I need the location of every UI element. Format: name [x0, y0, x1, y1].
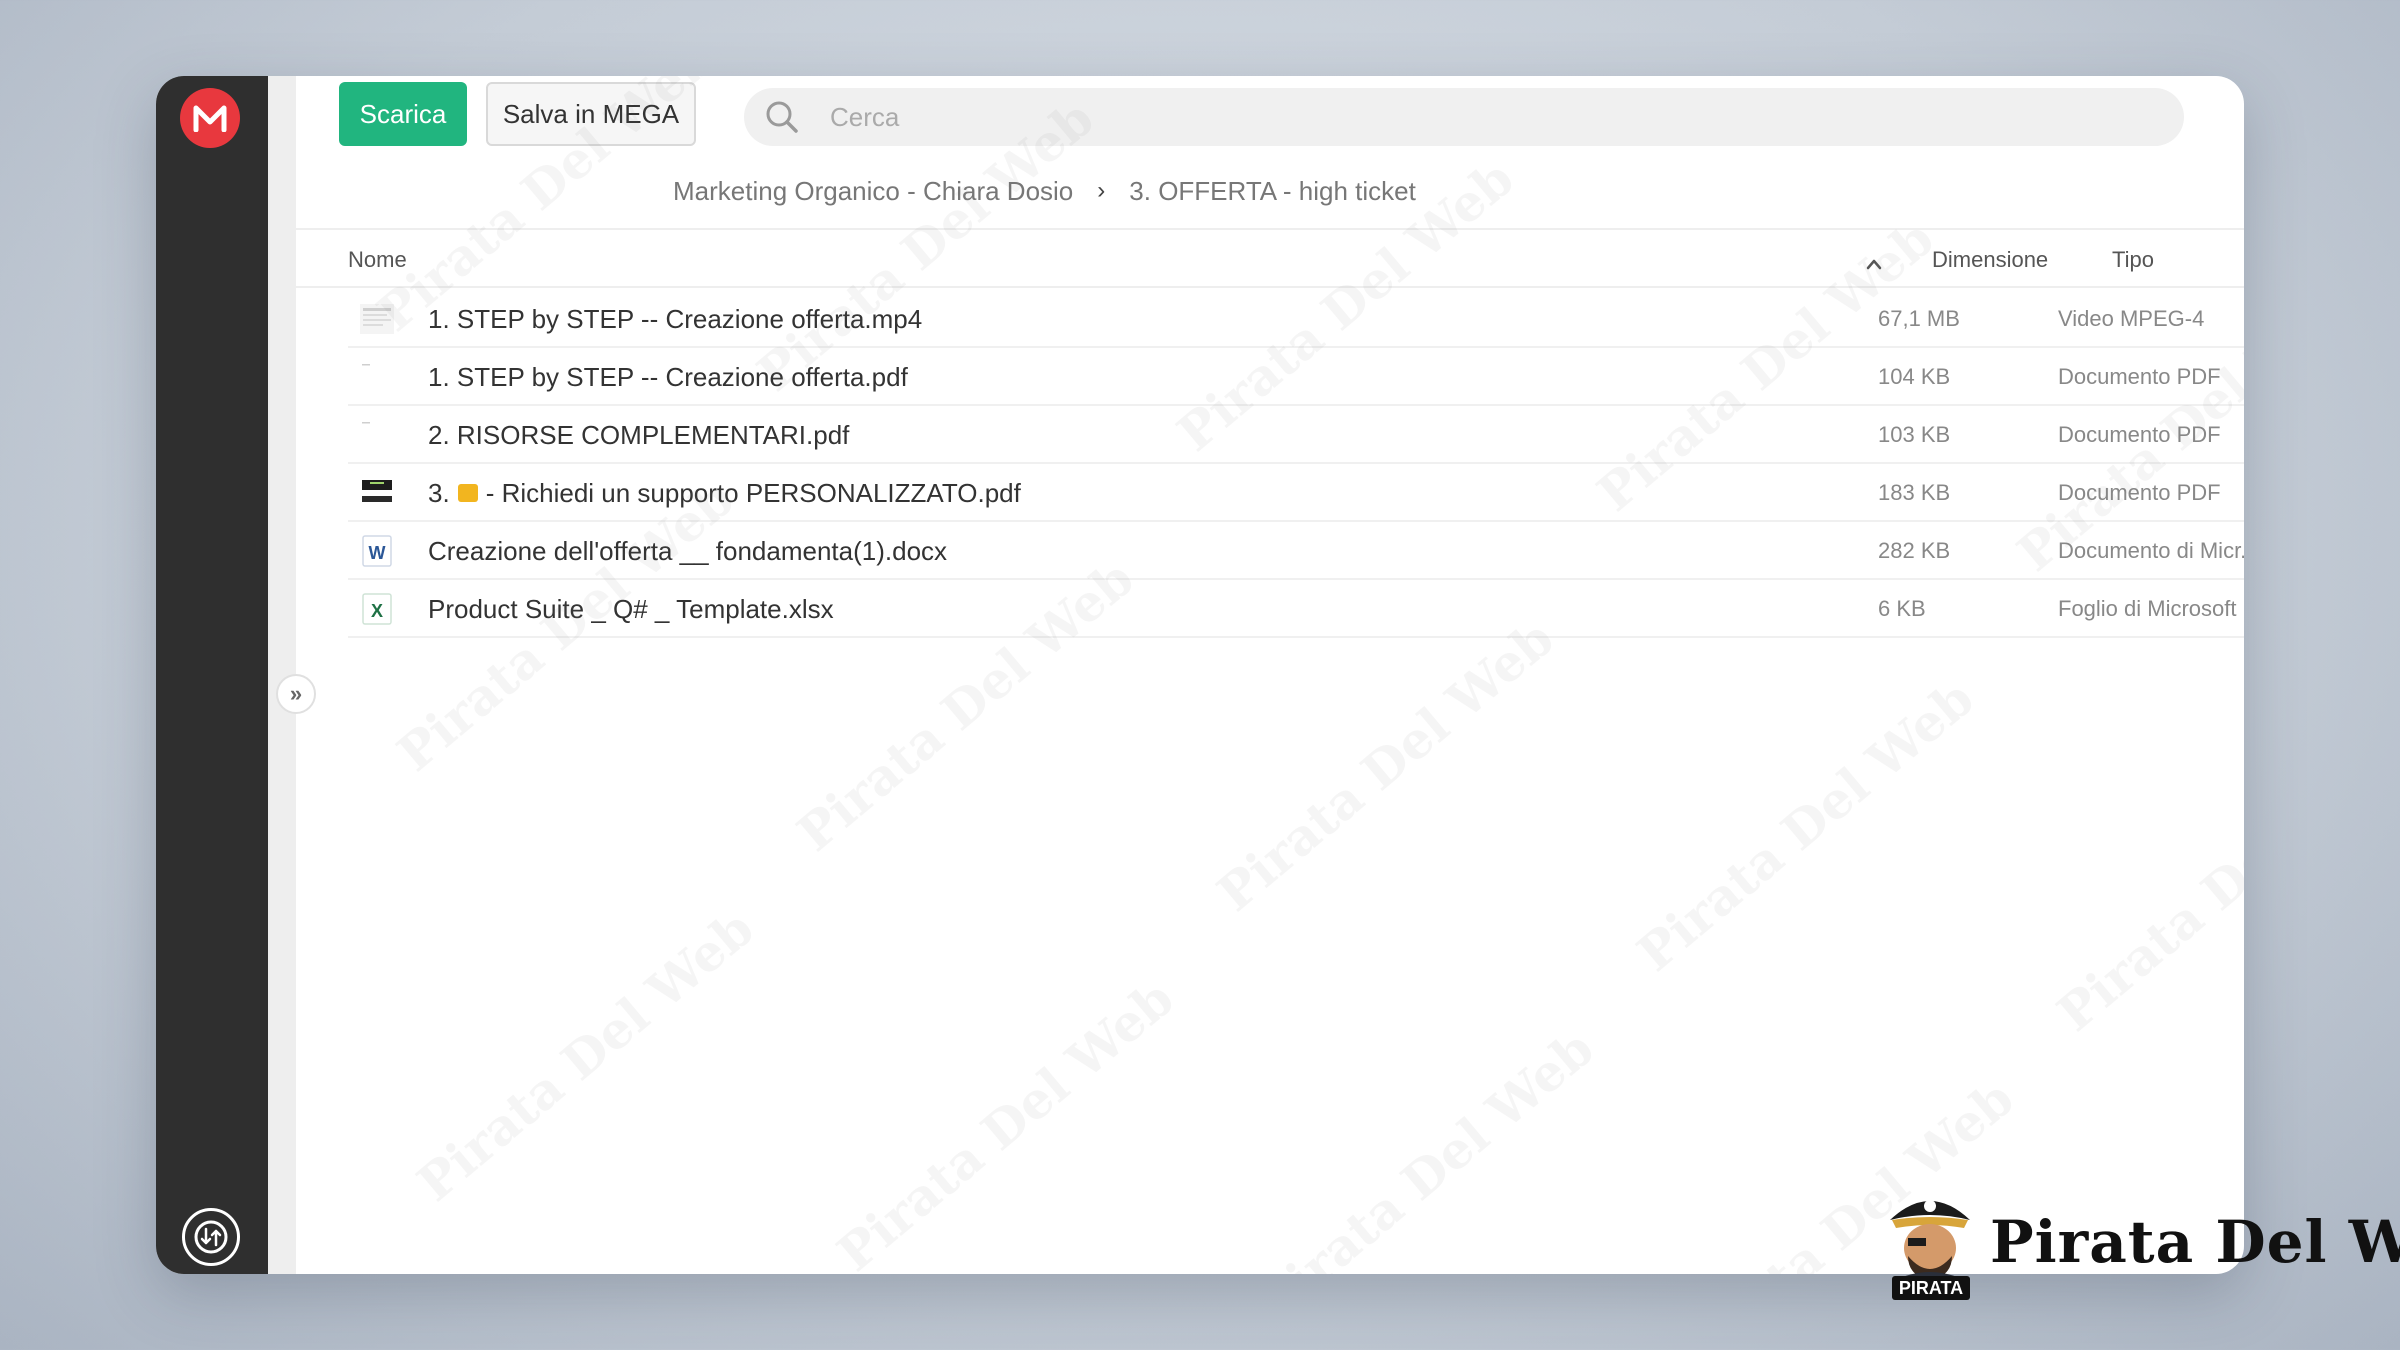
column-header-type[interactable]: Tipo	[2112, 247, 2154, 273]
breadcrumb: Marketing Organico - Chiara Dosio › 3. O…	[673, 171, 1416, 211]
table-header: Nome Dimensione Tipo	[296, 228, 2244, 288]
table-row[interactable]: X Product Suite _ Q# _ Template.xlsx 6 K…	[348, 580, 2244, 638]
brand-name: Pirata Del Web	[1990, 1208, 2400, 1276]
svg-text:X: X	[371, 601, 383, 621]
column-header-name[interactable]: Nome	[348, 247, 407, 273]
file-size: 6 KB	[1878, 596, 1926, 621]
video-thumbnail-icon	[360, 304, 394, 334]
brand-badge-label: PIRATA	[1892, 1276, 1970, 1300]
file-size: 103 KB	[1878, 422, 1951, 447]
file-type: Documento PDF	[2058, 364, 2221, 389]
save-to-mega-button[interactable]: Salva in MEGA	[486, 82, 696, 146]
file-type: Documento PDF	[2058, 422, 2221, 447]
file-name: Creazione dell'offerta __ fondamenta(1).…	[428, 536, 948, 566]
table-row[interactable]: 2. RISORSE COMPLEMENTARI.pdf 103 KB Docu…	[348, 406, 2244, 464]
mega-window: » Scarica Salva in MEGA Marketing Organi…	[156, 76, 2244, 1274]
file-size: 282 KB	[1878, 538, 1951, 563]
table-row[interactable]: 1. STEP by STEP -- Creazione offerta.mp4…	[348, 290, 2244, 348]
chevrons-right-icon[interactable]: »	[276, 674, 316, 714]
pdf-thumbnail-icon	[360, 420, 394, 450]
search-icon	[766, 101, 798, 133]
svg-text:W: W	[369, 543, 386, 563]
mega-logo-icon[interactable]	[180, 88, 240, 148]
lock-emoji-icon	[457, 484, 478, 503]
file-name: 1. STEP by STEP -- Creazione offerta.pdf	[428, 362, 908, 392]
file-size: 183 KB	[1878, 480, 1951, 505]
breadcrumb-separator: ›	[1097, 177, 1106, 204]
breadcrumb-item-current[interactable]: 3. OFFERTA - high ticket	[1129, 176, 1416, 207]
word-doc-icon: W	[362, 535, 392, 567]
table-row[interactable]: 1. STEP by STEP -- Creazione offerta.pdf…	[348, 348, 2244, 406]
file-name-prefix: 3.	[428, 478, 450, 508]
download-button[interactable]: Scarica	[339, 82, 467, 146]
file-type: Video MPEG-4	[2058, 306, 2205, 331]
brand-logo: PIRATA Pirata Del Web	[1878, 1186, 2400, 1306]
table-row[interactable]: 3. - Richiedi un supporto PERSONALIZZATO.…	[348, 464, 2244, 522]
file-size: 104 KB	[1878, 364, 1951, 389]
breadcrumb-item-parent[interactable]: Marketing Organico - Chiara Dosio	[673, 176, 1073, 207]
file-name: 2. RISORSE COMPLEMENTARI.pdf	[428, 420, 850, 450]
file-name: 1. STEP by STEP -- Creazione offerta.mp4	[428, 304, 923, 334]
column-header-size[interactable]: Dimensione	[1932, 247, 2048, 273]
pdf-thumbnail-icon	[360, 362, 394, 392]
search-input[interactable]	[830, 101, 2030, 133]
table-row[interactable]: W Creazione dell'offerta __ fondamenta(1…	[348, 522, 2244, 580]
file-size: 67,1 MB	[1878, 306, 1960, 331]
excel-sheet-icon: X	[362, 593, 392, 625]
search-bar[interactable]	[744, 88, 2184, 146]
file-name: Product Suite _ Q# _ Template.xlsx	[428, 594, 834, 624]
sidebar	[156, 76, 268, 1274]
file-type: Documento di Micr...	[2058, 538, 2244, 563]
pdf-thumbnail-icon	[360, 478, 394, 508]
sort-ascending-icon[interactable]	[1866, 250, 1882, 276]
file-name: 3. - Richiedi un supporto PERSONALIZZATO.…	[428, 478, 1021, 509]
file-type: Documento PDF	[2058, 480, 2221, 505]
transfer-manager-icon[interactable]	[182, 1208, 240, 1266]
file-name-suffix: - Richiedi un supporto PERSONALIZZATO.pd…	[485, 478, 1021, 508]
file-type: Foglio di Microsoft ...	[2058, 596, 2244, 621]
